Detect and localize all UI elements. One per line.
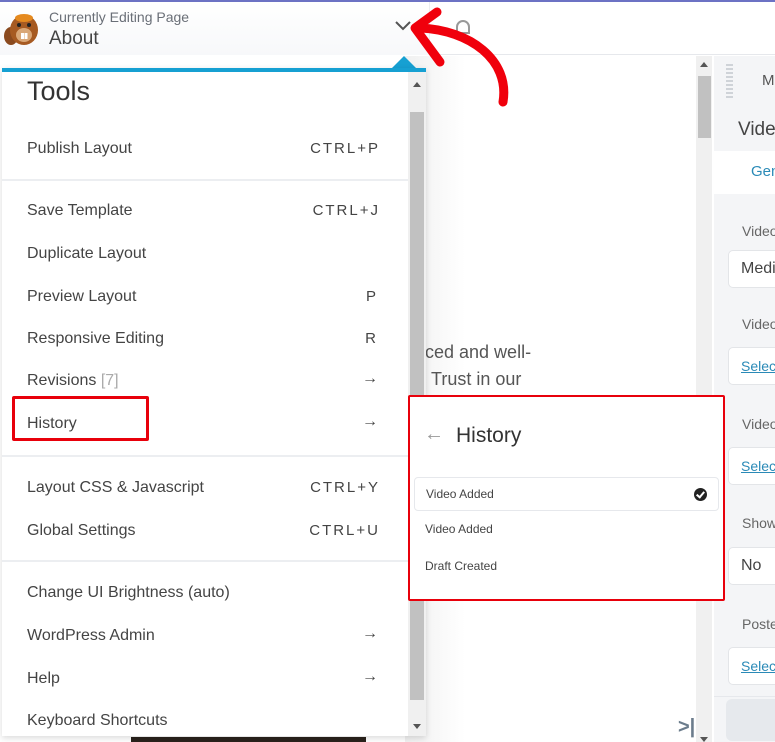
menu-item-label: Save Template: [27, 202, 133, 219]
panel-title: Vide: [738, 119, 775, 140]
history-item-label: Draft Created: [425, 559, 498, 573]
scroll-down-arrow-icon[interactable]: [413, 724, 421, 729]
chevron-down-icon[interactable]: [394, 19, 412, 33]
history-item-label: Video Added: [426, 487, 494, 501]
panel-footer-button[interactable]: [726, 699, 775, 741]
page-switcher[interactable]: Currently Editing Page About: [0, 2, 430, 55]
menu-item-layout-css-js[interactable]: Layout CSS & Javascript CTRL+Y: [2, 469, 408, 509]
menu-item-label: Change UI Brightness (auto): [27, 584, 230, 601]
menu-item-help[interactable]: Help →: [2, 660, 408, 700]
menu-item-duplicate-layout[interactable]: Duplicate Layout: [2, 235, 408, 275]
shortcut-label: CTRL+J: [312, 202, 380, 219]
menu-item-save-template[interactable]: Save Template CTRL+J: [2, 192, 408, 232]
tools-menu-title: Tools: [27, 76, 91, 106]
field-label: Show: [742, 515, 775, 531]
canvas-text-line: Trust in our: [431, 369, 522, 389]
field-label: Video: [742, 416, 775, 432]
menu-item-publish-layout[interactable]: Publish Layout CTRL+P: [2, 130, 408, 170]
menu-item-label: Keyboard Shortcuts: [27, 712, 168, 729]
select-poster-link[interactable]: Select: [741, 658, 775, 674]
menu-item-label: Help: [27, 670, 60, 687]
shortcut-label: R: [365, 330, 378, 347]
menu-divider: [2, 560, 408, 562]
show-option-select[interactable]: No: [728, 547, 775, 585]
menu-item-ui-brightness[interactable]: Change UI Brightness (auto): [2, 574, 408, 614]
field-value: Medi: [741, 260, 775, 277]
arrow-right-icon: →: [362, 413, 378, 430]
menu-item-label: Duplicate Layout: [27, 245, 147, 262]
currently-editing-label: Currently Editing Page: [49, 9, 190, 25]
menu-item-preview-layout[interactable]: Preview Layout P: [2, 278, 408, 318]
history-item-label: Video Added: [425, 522, 493, 536]
menu-item-label: Publish Layout: [27, 140, 132, 157]
shortcut-label: CTRL+U: [309, 522, 380, 539]
scroll-up-arrow-icon[interactable]: [413, 82, 421, 87]
notifications-bell-icon[interactable]: [453, 18, 473, 40]
select-video-link[interactable]: Select: [741, 358, 775, 374]
scroll-down-arrow-icon[interactable]: [700, 737, 708, 742]
menu-item-global-settings[interactable]: Global Settings CTRL+U: [2, 512, 408, 552]
menu-divider: [2, 179, 408, 181]
field-value: No: [741, 557, 762, 574]
history-item[interactable]: Video Added: [414, 513, 719, 547]
canvas-text-line: ced and well-: [425, 342, 532, 362]
collapse-panel-icon[interactable]: >|: [678, 716, 695, 739]
menu-item-keyboard-shortcuts[interactable]: Keyboard Shortcuts: [2, 702, 408, 742]
panel-top-label: M: [762, 72, 775, 89]
shortcut-label: CTRL+P: [310, 140, 380, 157]
dropdown-caret: [392, 56, 416, 68]
poster-select-field: Select: [728, 647, 775, 685]
arrow-right-icon: →: [362, 370, 378, 387]
menu-item-label: Preview Layout: [27, 288, 137, 305]
menu-item-label: WordPress Admin: [27, 627, 155, 644]
arrow-right-icon: →: [362, 668, 378, 685]
select-video-link[interactable]: Select: [741, 458, 775, 474]
page-title: About: [49, 28, 99, 49]
history-item[interactable]: Draft Created: [414, 550, 719, 584]
menu-item-wordpress-admin[interactable]: WordPress Admin →: [2, 617, 408, 657]
field-label: Poste: [742, 616, 775, 632]
history-item[interactable]: Video Added: [414, 477, 719, 511]
revisions-label: Revisions: [27, 372, 97, 389]
history-panel: ← History Video Added Video Added Draft …: [408, 395, 725, 601]
menu-item-label: Global Settings: [27, 522, 136, 539]
drag-handle-icon[interactable]: [726, 64, 733, 98]
arrow-right-icon: →: [362, 625, 378, 642]
menu-divider: [2, 455, 408, 457]
beaver-logo-icon: [4, 14, 38, 45]
video-select-field: Select: [728, 347, 775, 385]
menu-item-label: Revisions [7]: [27, 372, 119, 390]
menu-item-label: Responsive Editing: [27, 330, 164, 347]
field-label: Video: [742, 223, 775, 239]
panel-footer: [714, 696, 775, 742]
shortcut-label: P: [365, 288, 378, 305]
history-title: History: [456, 424, 522, 447]
shortcut-label: CTRL+Y: [310, 479, 380, 496]
check-circle-icon: [694, 488, 707, 501]
menu-item-responsive-editing[interactable]: Responsive Editing R: [2, 320, 408, 360]
scroll-up-arrow-icon[interactable]: [700, 62, 708, 67]
menu-item-label: Layout CSS & Javascript: [27, 479, 204, 496]
builder-header: Currently Editing Page About: [0, 2, 775, 55]
field-label: Video: [742, 316, 775, 332]
annotation-highlight-box: [12, 396, 149, 441]
video-select-field: Select: [728, 447, 775, 485]
canvas-scrollbar-thumb[interactable]: [698, 76, 711, 138]
revisions-count: [7]: [100, 372, 119, 389]
tab-general[interactable]: Gen: [751, 163, 775, 180]
video-type-select[interactable]: Medi: [728, 250, 775, 288]
back-arrow-icon[interactable]: ←: [424, 423, 444, 446]
panel-tabs: Gen: [714, 151, 775, 194]
